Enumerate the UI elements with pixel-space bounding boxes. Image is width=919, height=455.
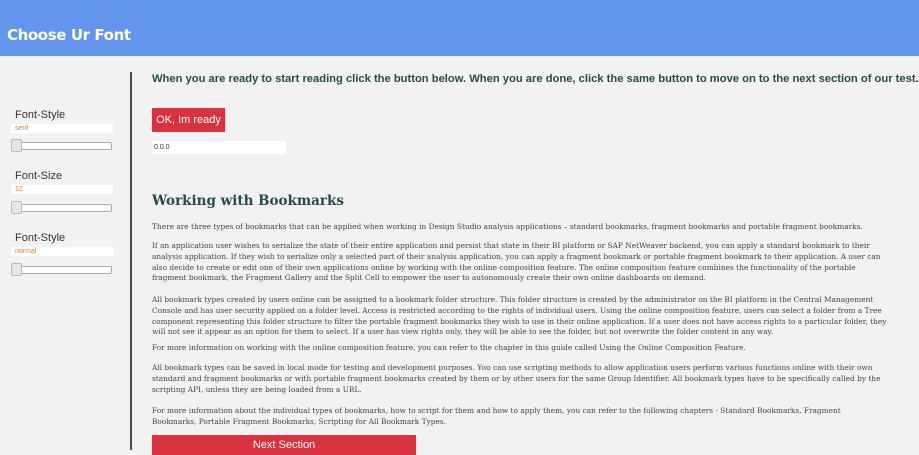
app-header: Choose Ur Font (0, 0, 919, 56)
next-section-button[interactable]: Next Section (152, 435, 416, 455)
font-size-slider[interactable] (11, 201, 112, 214)
font-size-value: 12 (11, 185, 113, 194)
font-size-label: Font-Size (15, 170, 63, 182)
font-weight-value: normal (11, 247, 113, 256)
timer-field: 0.0.0 (152, 141, 286, 154)
font-settings-sidebar: Font-Style serif Font-Size 12 Font-Style… (0, 56, 130, 450)
article-paragraph: For more information on working with the… (152, 343, 746, 352)
article-paragraph: For more information about the individua… (152, 406, 841, 426)
ready-button[interactable]: OK, Im ready (152, 108, 225, 132)
article-paragraph: If an application user wishes to seriali… (152, 241, 881, 283)
font-style-slider-handle[interactable] (11, 139, 22, 152)
article-paragraph: All bookmark types can be saved in local… (152, 363, 881, 394)
font-size-slider-handle[interactable] (11, 201, 22, 214)
app-title: Choose Ur Font (7, 26, 131, 44)
font-weight-label: Font-Style (15, 232, 66, 244)
article-title: Working with Bookmarks (152, 193, 344, 209)
instruction-text: When you are ready to start reading clic… (152, 73, 919, 85)
font-style-label: Font-Style (15, 109, 66, 121)
font-weight-slider-handle[interactable] (11, 263, 22, 276)
font-style-value: serif (11, 124, 113, 133)
vertical-divider (130, 72, 132, 450)
article-paragraph: All bookmark types created by users onli… (152, 295, 887, 337)
font-weight-slider[interactable] (11, 263, 112, 276)
article-paragraph: There are three types of bookmarks that … (152, 222, 863, 231)
font-style-slider[interactable] (11, 139, 112, 152)
